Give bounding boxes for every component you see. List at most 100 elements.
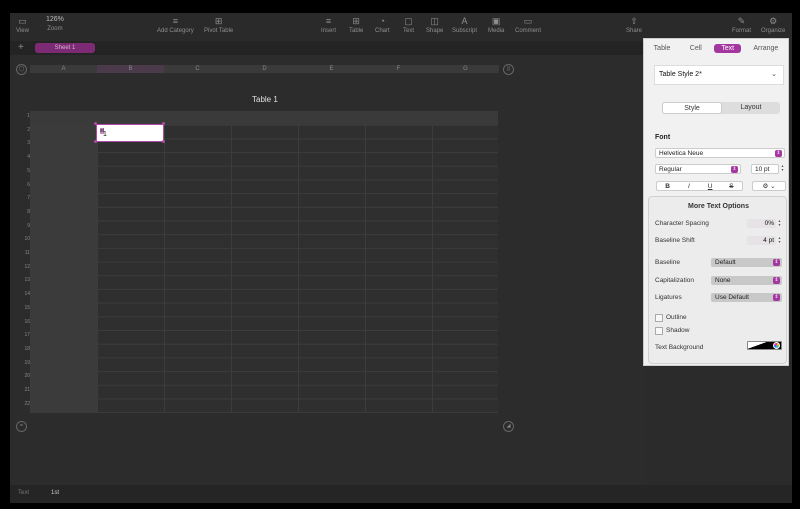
text-button[interactable]: ▢ Text <box>403 16 414 34</box>
segment-style[interactable]: Style <box>662 102 722 114</box>
row-header-2[interactable]: 2 <box>22 127 30 133</box>
selected-cell-b2[interactable]: 1st <box>96 124 164 142</box>
outline-checkbox[interactable] <box>655 314 663 322</box>
more-text-options-popover: More Text Options Character Spacing 0% ▴… <box>648 196 787 364</box>
character-spacing-stepper[interactable]: ▴ ▾ <box>777 219 782 228</box>
column-header-d[interactable]: D <box>231 65 298 73</box>
row-header-4[interactable]: 4 <box>22 154 30 160</box>
row-header-12[interactable]: 12 <box>22 264 30 270</box>
selection-handle[interactable] <box>162 140 165 143</box>
chart-button[interactable]: ◔ Chart <box>375 16 390 34</box>
tab-cell[interactable]: Cell <box>683 44 709 53</box>
table-select-handle[interactable]: ◯ <box>16 64 27 75</box>
column-header-g[interactable]: G <box>432 65 499 73</box>
insert-button[interactable]: ≡ Insert <box>321 16 336 34</box>
character-spacing-field[interactable]: 0% <box>747 219 776 228</box>
color-wheel-icon[interactable] <box>773 342 780 349</box>
sheet-tab-1[interactable]: Sheet 1 <box>35 43 95 53</box>
column-header-c[interactable]: C <box>164 65 231 73</box>
add-category-button[interactable]: ≡ Add Category <box>157 16 194 34</box>
ligatures-label: Ligatures <box>655 294 682 301</box>
row-header-9[interactable]: 9 <box>22 223 30 229</box>
insert-icon: ≡ <box>325 16 332 26</box>
row-header-21[interactable]: 21 <box>22 387 30 393</box>
underline-button[interactable]: U <box>700 182 721 190</box>
row-header-15[interactable]: 15 <box>22 305 30 311</box>
row-header-8[interactable]: 8 <box>22 209 30 215</box>
selection-handle[interactable] <box>162 122 165 125</box>
row-header-3[interactable]: 3 <box>22 140 30 146</box>
italic-button[interactable]: I <box>678 182 699 190</box>
row-header-5[interactable]: 5 <box>22 168 30 174</box>
baseline-shift-field[interactable]: 4 pt <box>747 236 776 245</box>
ligatures-select[interactable]: Use Default ⇕ <box>711 293 782 302</box>
add-row-button[interactable]: = <box>16 421 27 432</box>
font-section-label: Font <box>655 134 671 141</box>
row-header-10[interactable]: 10 <box>22 236 30 242</box>
format-button[interactable]: ✎ Format <box>732 16 751 34</box>
row-header-20[interactable]: 20 <box>22 373 30 379</box>
pivot-table-button[interactable]: ⊞ Pivot Table <box>204 16 233 34</box>
subscript-button[interactable]: A Subscript <box>452 16 477 34</box>
pivot-table-icon: ⊞ <box>214 16 223 26</box>
resize-table-handle[interactable]: ◢ <box>503 421 514 432</box>
media-button[interactable]: ▣ Media <box>488 16 504 34</box>
row-header-1[interactable]: 1 <box>22 113 30 119</box>
table-title[interactable]: Table 1 <box>252 95 278 104</box>
tab-text[interactable]: Text <box>714 43 742 53</box>
row-header-16[interactable]: 16 <box>22 319 30 325</box>
strikethrough-button[interactable]: S <box>721 182 742 190</box>
column-header-e[interactable]: E <box>298 65 365 73</box>
row-header-17[interactable]: 17 <box>22 332 30 338</box>
chevron-down-icon: ⌄ <box>771 71 777 78</box>
sheet-canvas[interactable]: ◯ || Table 1 ABCDEFG 1 2 3 4 5 6 7 8 9 10 11 12 13 14… <box>10 55 645 485</box>
selection-handle[interactable] <box>94 140 97 143</box>
format-panel: Table Cell Text Arrange Table Style 2* ⌄… <box>643 38 789 366</box>
font-size-stepper[interactable]: ▴ ▾ <box>780 164 785 173</box>
shape-button[interactable]: ◫ Shape <box>426 16 443 34</box>
row-header-19[interactable]: 19 <box>22 360 30 366</box>
organize-button[interactable]: ⚙ Organize <box>761 16 785 34</box>
shadow-checkbox[interactable] <box>655 327 663 335</box>
row-header-18[interactable]: 18 <box>22 346 30 352</box>
row-header-13[interactable]: 13 <box>22 277 30 283</box>
popover-title: More Text Options <box>688 203 749 210</box>
segment-layout[interactable]: Layout <box>722 102 780 114</box>
view-button[interactable]: ▭ View <box>16 16 29 34</box>
column-header-b[interactable]: B <box>97 65 164 73</box>
font-family-select[interactable]: Helvetica Neue ⇕ <box>655 148 785 158</box>
comment-button[interactable]: ▭ Comment <box>515 16 541 34</box>
tab-arrange[interactable]: Arrange <box>746 44 785 53</box>
bold-button[interactable]: B <box>657 182 678 190</box>
popup-arrows-icon: ⇕ <box>773 259 780 266</box>
more-text-options-button[interactable]: ⚙ ⌄ <box>752 181 786 191</box>
row-header-11[interactable]: 11 <box>22 250 30 256</box>
screen: ▭ View 126% Zoom ≡ Add Category ⊞ Pivot … <box>0 0 800 509</box>
font-weight-select[interactable]: Regular ⇕ <box>655 164 741 174</box>
shape-icon: ◫ <box>430 16 439 26</box>
share-button[interactable]: ⇧ Share <box>626 16 642 34</box>
baseline-shift-label: Baseline Shift <box>655 237 695 244</box>
header-column <box>30 111 97 413</box>
table-style-selector[interactable]: Table Style 2* ⌄ <box>654 65 784 85</box>
column-header-a[interactable]: A <box>30 65 97 73</box>
gear-icon: ⚙ ⌄ <box>762 183 776 190</box>
table-button[interactable]: ⊞ Table <box>349 16 363 34</box>
row-header-14[interactable]: 14 <box>22 291 30 297</box>
zoom-button[interactable]: 126% Zoom <box>46 16 64 32</box>
table-icon: ⊞ <box>352 16 360 26</box>
row-header-6[interactable]: 6 <box>22 182 30 188</box>
capitalization-select[interactable]: None ⇕ <box>711 276 782 285</box>
baseline-shift-stepper[interactable]: ▴ ▾ <box>777 236 782 245</box>
row-header-7[interactable]: 7 <box>22 195 30 201</box>
column-header-f[interactable]: F <box>365 65 432 73</box>
tab-table[interactable]: Table <box>647 44 678 53</box>
row-header-22[interactable]: 22 <box>22 401 30 407</box>
font-size-field[interactable]: 10 pt <box>751 164 779 174</box>
baseline-select[interactable]: Default ⇕ <box>711 258 782 267</box>
selection-handle[interactable] <box>94 122 97 125</box>
add-sheet-button[interactable]: + <box>18 41 24 55</box>
table-grid[interactable] <box>30 111 498 413</box>
share-icon: ⇧ <box>630 16 638 26</box>
add-column-button[interactable]: || <box>503 64 514 75</box>
